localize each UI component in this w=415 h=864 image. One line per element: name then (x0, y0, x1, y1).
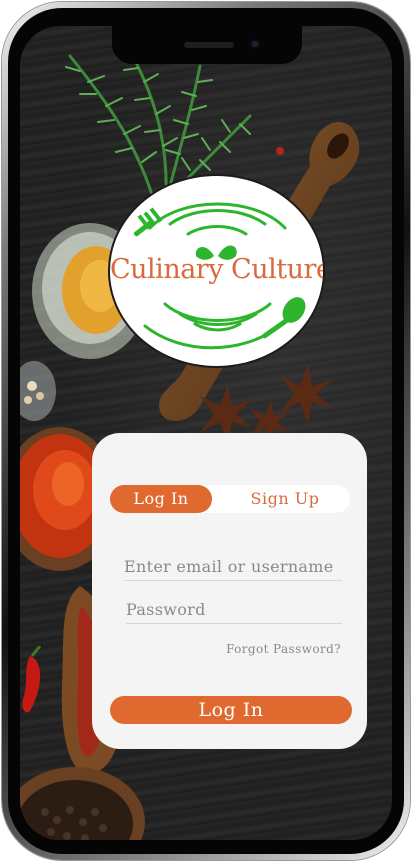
phone-frame: Culinary Culture Log In Sign Up Forgot P… (2, 2, 410, 860)
tab-sign-up[interactable]: Sign Up (220, 485, 350, 513)
forgot-password-link[interactable]: Forgot Password? (226, 642, 341, 656)
speaker-grille (184, 42, 234, 48)
tab-log-in[interactable]: Log In (110, 485, 212, 513)
phone-notch (112, 26, 302, 64)
front-camera (250, 39, 260, 49)
app-screen: Culinary Culture Log In Sign Up Forgot P… (20, 26, 392, 840)
garlic-jar-image (20, 361, 56, 421)
chili-pepper-image (22, 646, 42, 713)
phone-bezel: Culinary Culture Log In Sign Up Forgot P… (8, 8, 404, 854)
auth-tab-bar: Log In Sign Up (110, 485, 350, 513)
peppercorn-bowl-image (20, 767, 145, 840)
brand-logo: Culinary Culture (108, 174, 325, 368)
brand-name: Culinary Culture (110, 254, 325, 285)
password-input[interactable] (126, 600, 342, 624)
login-card: Log In Sign Up Forgot Password? Log In (92, 433, 367, 749)
email-username-input[interactable] (124, 557, 342, 581)
login-button[interactable]: Log In (110, 696, 352, 724)
